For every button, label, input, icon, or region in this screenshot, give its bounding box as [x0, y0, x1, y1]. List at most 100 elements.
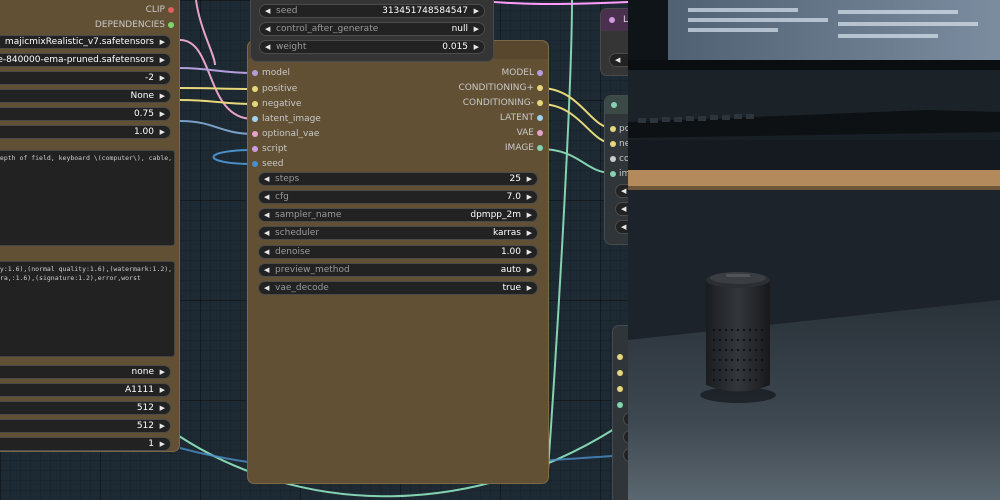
scheduler-widget[interactable]: ◀ scheduler karras ▶	[258, 226, 538, 240]
input-im[interactable]: im	[619, 169, 628, 180]
right-mid-widget-2[interactable]: ◀	[615, 202, 628, 216]
ckpt-name-widget[interactable]: majicmixRealistic_v7.safetensors ▶	[0, 35, 171, 49]
arrow-left-icon[interactable]: ◀	[264, 173, 269, 185]
input-positive-dot[interactable]	[252, 86, 258, 92]
arrow-left-icon[interactable]: ◀	[264, 191, 269, 203]
arrow-left-icon[interactable]: ◀	[264, 227, 269, 239]
output-latent[interactable]: LATENT	[500, 113, 534, 124]
input-co-dot[interactable]	[610, 156, 616, 162]
right-bottom-dot-3[interactable]	[617, 386, 623, 392]
arrow-right-icon[interactable]: ▶	[527, 264, 532, 276]
input-positive[interactable]: positive	[262, 84, 297, 95]
output-image[interactable]: IMAGE	[505, 143, 534, 154]
negative-prompt-textarea[interactable]: ty:1.6),(normal quality:1.6),(watermark:…	[0, 261, 175, 357]
arrow-right-icon[interactable]: ▶	[160, 108, 165, 120]
arrow-left-icon[interactable]: ◀	[264, 246, 269, 258]
denoise-widget[interactable]: ◀ denoise 1.00 ▶	[258, 245, 538, 259]
arrow-left-icon[interactable]: ◀	[621, 221, 626, 233]
input-latent-dot[interactable]	[252, 116, 258, 122]
arrow-right-icon[interactable]: ▶	[527, 282, 532, 294]
vae-name-widget[interactable]: se-840000-ema-pruned.safetensors ▶	[0, 53, 171, 67]
arrow-right-icon[interactable]: ▶	[527, 227, 532, 239]
weight-interpretation-widget[interactable]: A1111 ▶	[0, 383, 171, 397]
preview-method-widget[interactable]: ◀ preview_method auto ▶	[258, 263, 538, 277]
input-ne[interactable]: ne	[619, 139, 628, 150]
arrow-left-icon[interactable]: ◀	[265, 41, 270, 53]
input-optional-vae[interactable]: optional_vae	[262, 129, 319, 140]
output-model[interactable]: MODEL	[502, 68, 534, 79]
lora-name-widget[interactable]: None ▶	[0, 89, 171, 103]
arrow-left-icon[interactable]: ◀	[265, 5, 270, 17]
input-im-dot[interactable]	[610, 171, 616, 177]
output-dependencies-dot[interactable]	[168, 22, 174, 28]
right-mid-widget-1[interactable]: ◀	[615, 184, 628, 198]
lora-clip-strength-widget[interactable]: 1.00 ▶	[0, 125, 171, 139]
arrow-right-icon[interactable]: ▶	[527, 191, 532, 203]
input-negative-dot[interactable]	[252, 101, 258, 107]
empty-latent-width-widget[interactable]: 512 ▶	[0, 401, 171, 415]
arrow-left-icon[interactable]: ◀	[621, 185, 626, 197]
arrow-right-icon[interactable]: ▶	[160, 36, 165, 48]
right-bottom-dot-4[interactable]	[617, 402, 623, 408]
output-model-dot[interactable]	[537, 70, 543, 76]
arrow-right-icon[interactable]: ▶	[160, 420, 165, 432]
empty-latent-height-widget[interactable]: 512 ▶	[0, 419, 171, 433]
input-ne-dot[interactable]	[610, 141, 616, 147]
control-after-generate-widget[interactable]: ◀ control_after_generate null ▶	[259, 22, 485, 36]
arrow-right-icon[interactable]: ▶	[160, 54, 165, 66]
right-bottom-dot-2[interactable]	[617, 370, 623, 376]
output-vae-dot[interactable]	[537, 130, 543, 136]
input-po[interactable]: po	[619, 124, 628, 135]
right-top-node[interactable]: L ◀	[600, 8, 628, 76]
input-seed[interactable]: seed	[262, 159, 283, 170]
token-normalization-widget[interactable]: none ▶	[0, 365, 171, 379]
arrow-left-icon[interactable]: ◀	[265, 23, 270, 35]
seed-widget[interactable]: ◀ seed 313451748584547 ▶	[259, 4, 485, 18]
input-latent-image[interactable]: latent_image	[262, 114, 321, 125]
output-latent-dot[interactable]	[537, 115, 543, 121]
input-negative[interactable]: negative	[262, 99, 301, 110]
input-po-dot[interactable]	[610, 126, 616, 132]
clip-skip-widget[interactable]: -2 ▶	[0, 71, 171, 85]
weight-widget[interactable]: ◀ weight 0.015 ▶	[259, 40, 485, 54]
input-model-dot[interactable]	[252, 70, 258, 76]
output-conditioning-pos-dot[interactable]	[537, 85, 543, 91]
arrow-right-icon[interactable]: ▶	[160, 366, 165, 378]
steps-widget[interactable]: ◀ steps 25 ▶	[258, 172, 538, 186]
arrow-right-icon[interactable]: ▶	[160, 126, 165, 138]
arrow-right-icon[interactable]: ▶	[474, 23, 479, 35]
right-mid-widget-3[interactable]: ◀	[615, 220, 628, 234]
right-mid-node[interactable]: po ne co im ◀ ◀ ◀	[604, 95, 628, 245]
output-clip-dot[interactable]	[168, 7, 174, 13]
arrow-left-icon[interactable]: ◀	[615, 54, 620, 66]
arrow-right-icon[interactable]: ▶	[474, 41, 479, 53]
arrow-right-icon[interactable]: ▶	[160, 72, 165, 84]
node-graph-canvas[interactable]: CLIP DEPENDENCIES majicmixRealistic_v7.s…	[0, 0, 628, 500]
input-script[interactable]: script	[262, 144, 287, 155]
vae-decode-widget[interactable]: ◀ vae_decode true ▶	[258, 281, 538, 295]
output-image-dot[interactable]	[537, 145, 543, 151]
arrow-right-icon[interactable]: ▶	[160, 402, 165, 414]
arrow-right-icon[interactable]: ▶	[527, 246, 532, 258]
output-clip[interactable]: CLIP	[146, 5, 165, 16]
input-seed-dot[interactable]	[252, 161, 258, 167]
arrow-left-icon[interactable]: ◀	[621, 203, 626, 215]
arrow-left-icon[interactable]: ◀	[264, 209, 269, 221]
arrow-right-icon[interactable]: ▶	[527, 209, 532, 221]
right-bottom-dot-1[interactable]	[617, 354, 623, 360]
output-conditioning-neg-dot[interactable]	[537, 100, 543, 106]
arrow-right-icon[interactable]: ▶	[160, 384, 165, 396]
output-vae[interactable]: VAE	[517, 128, 534, 139]
efficient-loader-node[interactable]: CLIP DEPENDENCIES majicmixRealistic_v7.s…	[0, 0, 180, 452]
input-script-dot[interactable]	[252, 146, 258, 152]
arrow-right-icon[interactable]: ▶	[160, 90, 165, 102]
arrow-right-icon[interactable]: ▶	[527, 173, 532, 185]
output-conditioning-pos[interactable]: CONDITIONING+	[458, 83, 534, 94]
cfg-widget[interactable]: ◀ cfg 7.0 ▶	[258, 190, 538, 204]
sampler-name-widget[interactable]: ◀ sampler_name dpmpp_2m ▶	[258, 208, 538, 222]
right-top-node-widget[interactable]: ◀	[609, 53, 628, 67]
input-model[interactable]: model	[262, 68, 290, 79]
right-bottom-node[interactable]: ◀ ◀ ◀	[612, 325, 628, 500]
positive-prompt-textarea[interactable]: lepth of field, keyboard \(computer\), c…	[0, 150, 175, 246]
batch-size-widget[interactable]: 1 ▶	[0, 437, 171, 451]
